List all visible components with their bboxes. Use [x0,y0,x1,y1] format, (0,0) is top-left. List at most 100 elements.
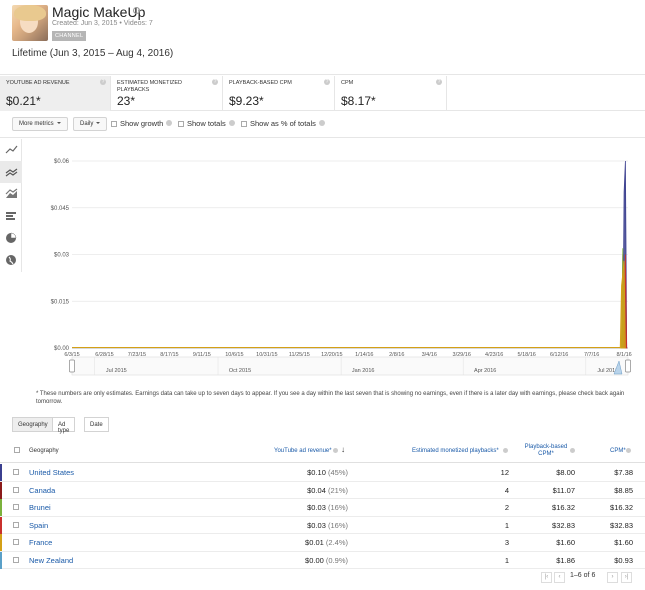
stacked-area-icon[interactable] [0,183,22,205]
cpm-cell: $1.60 [614,538,633,547]
y-tick-label: $0.045 [51,206,70,212]
metric-playback-cpm[interactable]: PLAYBACK-BASED CPM $9.23* ? [223,76,335,111]
help-icon[interactable] [318,120,325,126]
table-row[interactable]: Brunei $0.03 (16%) 2 $16.32 $16.32 [0,499,645,517]
playbacks-cell: 1 [504,555,509,565]
help-icon[interactable] [503,448,508,453]
channel-avatar[interactable] [12,5,48,41]
row-checkbox[interactable] [13,521,19,528]
header-monetized-playbacks[interactable]: Estimated monetized playbacks* [412,448,499,454]
revenue-percent: (45%) [327,468,348,477]
header-playback-cpm[interactable]: Playback-based CPM* [524,444,568,458]
show-percent-checkbox[interactable] [241,121,247,127]
help-icon[interactable] [228,120,235,126]
prev-page-button[interactable]: ‹ [554,572,565,583]
help-icon[interactable]: ? [100,79,106,85]
help-icon[interactable] [570,448,575,453]
row-checkbox[interactable] [13,556,19,563]
help-icon[interactable]: ? [324,79,330,85]
globe-map-icon[interactable] [0,249,22,271]
series-color-bar [0,499,2,516]
playback-cpm-cell: $16.32 [552,503,575,512]
series-color-bar [0,464,2,481]
first-page-button[interactable]: |‹ [541,572,552,583]
cpm-cell: $16.32 [610,503,633,512]
cpm-cell: $7.38 [614,468,633,477]
metric-value: $8.17* [341,94,376,108]
sort-descending-icon[interactable]: ↓ [341,445,345,454]
bar-chart-icon[interactable] [0,205,22,227]
show-percent-toggle[interactable]: Show as % of totals [241,119,325,128]
show-growth-checkbox[interactable] [111,121,117,127]
multi-line-chart-icon[interactable] [0,161,22,183]
series-color-bar [0,534,2,551]
timeline-right-handle[interactable] [625,359,631,373]
geography-link[interactable]: United States [29,468,74,477]
date-range[interactable]: Lifetime (Jun 3, 2015 – Aug 4, 2016) [12,48,173,59]
geography-link[interactable]: Brunei [29,503,51,512]
help-icon[interactable]: ? [436,79,442,85]
show-growth-toggle[interactable]: Show growth [111,119,173,128]
row-checkbox[interactable] [13,469,19,475]
metric-label: PLAYBACK-BASED CPM [229,80,292,86]
revenue-chart: $0.00 $0.015 $0.03 $0.045 $0.06 6/3/15 6/28/15… [22,139,645,389]
help-icon[interactable] [166,120,173,126]
last-page-button[interactable]: ›| [621,572,632,583]
playback-cpm-cell: $11.07 [552,485,575,495]
geography-link[interactable]: Spain [29,521,48,530]
tab-geography[interactable]: Geography [12,417,54,432]
table-row[interactable]: Canada $0.04 (21%) 4 $11.07 $8.85 [0,481,645,499]
metric-monetized-playbacks[interactable]: ESTIMATED MONETIZED PLAYBACKS 23* ? [111,76,223,111]
table-row[interactable]: United States $0.10 (45%) 12 $8.00 $7.38 [0,464,645,482]
help-icon[interactable]: ? [212,79,218,85]
revenue-value: $0.00 [305,555,324,565]
channel-header: Magic MakeUp Created: Jun 3, 2015 • Vide… [0,0,645,75]
metric-cpm[interactable]: CPM $8.17* ? [335,76,447,111]
timeline-left-handle[interactable] [69,359,75,373]
row-checkbox[interactable] [13,504,19,510]
tab-date[interactable]: Date [84,417,109,432]
pie-chart-icon[interactable] [0,227,22,249]
chart-type-selector [0,139,22,272]
interval-dropdown[interactable]: Daily [73,117,108,131]
timeline-label: Jan 2016 [352,368,375,374]
tab-ad-type[interactable]: Ad type [52,417,76,434]
row-checkbox[interactable] [13,486,19,493]
metric-value: 23* [117,94,136,108]
show-growth-label: Show growth [120,119,164,128]
header-geography[interactable]: Geography [29,448,59,454]
playbacks-cell: 4 [504,485,509,495]
show-totals-toggle[interactable]: Show totals [178,119,235,128]
pagination-status: 1–6 of 6 [570,572,595,579]
geography-link[interactable]: Canada [29,486,55,495]
revenue-value: $0.01 [305,538,324,547]
external-link-icon[interactable] [133,7,140,14]
more-metrics-dropdown[interactable]: More metrics [12,117,68,131]
revenue-value: $0.03 [307,503,326,512]
select-all-checkbox[interactable] [14,447,20,453]
channel-title[interactable]: Magic MakeUp [52,4,145,20]
geography-link[interactable]: New Zealand [29,556,73,565]
playbacks-cell: 2 [504,503,509,512]
revenue-percent: (16%) [327,503,348,512]
y-tick-label: $0.015 [51,299,70,305]
header-cpm[interactable]: CPM* [610,448,626,454]
show-totals-checkbox[interactable] [178,121,184,127]
revenue-percent: (2.4%) [325,538,348,547]
metric-value: $0.21* [6,94,41,108]
estimates-footnote: * These numbers are only estimates. Earn… [36,391,625,405]
metric-ad-revenue[interactable]: YOUTUBE AD REVENUE $0.21* ? [0,76,111,111]
header-ad-revenue[interactable]: YouTube ad revenue* [274,448,332,454]
chart-svg: $0.00$0.015$0.03$0.045$0.066/3/15 6/28/15… [51,159,632,376]
line-chart-icon[interactable] [0,139,22,161]
help-icon[interactable] [626,448,631,453]
row-checkbox[interactable] [13,539,19,545]
next-page-button[interactable]: › [607,572,618,583]
cpm-cell: $0.93 [614,555,633,565]
table-row[interactable]: New Zealand $0.00 (0.9%) 1 $1.86 $0.93 [0,551,645,569]
table-row[interactable]: Spain $0.03 (16%) 1 $32.83 $32.83 [0,516,645,534]
help-icon[interactable] [333,448,338,453]
revenue-value: $0.04 [307,485,326,495]
table-row[interactable]: France $0.01 (2.4%) 3 $1.60 $1.60 [0,534,645,552]
geography-link[interactable]: France [29,538,52,547]
